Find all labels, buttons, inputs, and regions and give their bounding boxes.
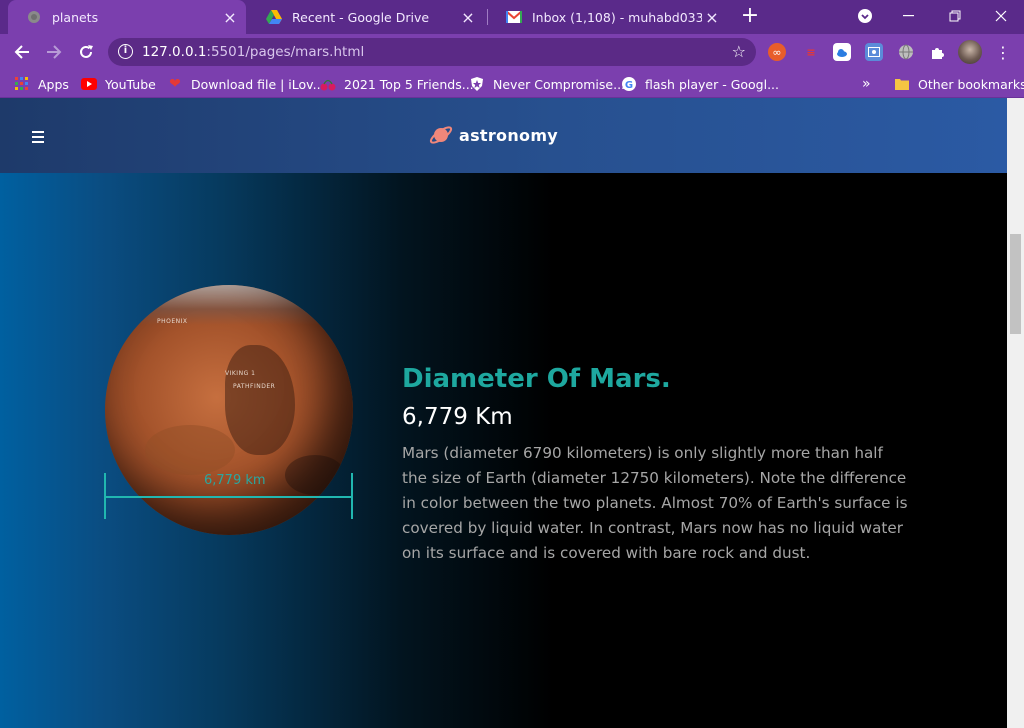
new-tab-button[interactable]: + [738, 5, 762, 29]
hamburger-menu-icon[interactable] [32, 131, 44, 146]
measure-line [105, 496, 353, 498]
forward-button[interactable] [41, 40, 67, 64]
reload-button[interactable] [73, 40, 99, 64]
back-button[interactable] [9, 40, 35, 64]
bookmark-star-icon[interactable]: ☆ [732, 42, 746, 61]
minimize-button[interactable] [886, 0, 932, 32]
bookmark-label: Download file | iLov... [191, 76, 325, 92]
bookmark-label: flash player - Googl... [645, 76, 780, 92]
brand[interactable]: astronomy [428, 122, 558, 148]
map-label-pathfinder: PATHFINDER [233, 383, 276, 390]
bookmark-label: YouTube [105, 76, 156, 92]
bookmark-flash-player[interactable]: G flash player - Googl... [621, 75, 779, 93]
extension-bars-icon[interactable]: ≡ [802, 43, 820, 61]
bookmark-friends[interactable]: 2021 Top 5 Friends... [320, 75, 474, 93]
extension-globe-icon[interactable] [897, 43, 915, 61]
diameter-section: PHOENIX VIKING 1 PATHFINDER 6,779 km Dia… [0, 173, 1007, 728]
scrollbar-thumb[interactable] [1010, 234, 1021, 334]
tab-planets[interactable]: planets × [8, 0, 246, 34]
close-window-button[interactable] [978, 0, 1024, 32]
close-tab-icon[interactable]: × [458, 8, 478, 27]
apps-grid-icon [14, 76, 30, 92]
browser-toolbar: i 127.0.0.1:5501/pages/mars.html ☆ ∞ ≡ ⋮ [0, 34, 1024, 70]
heart-icon: ❤ [169, 76, 181, 92]
extension-screen-icon[interactable] [865, 43, 883, 61]
restore-icon [949, 10, 961, 22]
close-tab-icon[interactable]: × [220, 8, 240, 27]
section-heading: Diameter Of Mars. [402, 364, 671, 394]
other-bookmarks[interactable]: Other bookmarks [894, 75, 1024, 93]
tab-strip: planets × Recent - Google Drive × Inbox … [0, 0, 1024, 34]
planet-logo-icon [429, 126, 453, 144]
globe-icon [26, 9, 42, 25]
shield-star-icon [469, 76, 485, 92]
info-icon[interactable]: i [118, 44, 133, 59]
address-bar[interactable]: i 127.0.0.1:5501/pages/mars.html ☆ [108, 38, 756, 66]
bookmark-label: Other bookmarks [918, 76, 1024, 92]
restore-button[interactable] [932, 0, 978, 32]
diameter-value: 6,779 Km [402, 404, 513, 430]
extension-infinity-icon[interactable]: ∞ [768, 43, 786, 61]
bookmark-label: Apps [38, 76, 69, 92]
page-viewport: astronomy PHOENIX VIKING 1 PATHFINDER 6,… [0, 98, 1007, 728]
page-scrollbar[interactable] [1007, 98, 1024, 728]
extensions-puzzle-icon[interactable] [928, 43, 946, 61]
bookmark-apps[interactable]: Apps [14, 75, 69, 93]
reload-icon [80, 45, 93, 58]
bookmarks-overflow-button[interactable]: » [862, 75, 871, 93]
close-icon [995, 10, 1007, 22]
bookmark-never-compromise[interactable]: Never Compromise... [469, 75, 625, 93]
google-icon: G [621, 76, 637, 92]
google-drive-icon [266, 9, 282, 25]
folder-icon [894, 76, 910, 92]
extension-cloud-icon[interactable] [833, 43, 851, 61]
close-tab-icon[interactable]: × [702, 8, 722, 27]
tab-google-drive[interactable]: Recent - Google Drive × [248, 0, 484, 34]
measure-label: 6,779 km [204, 473, 266, 488]
tab-title: planets [52, 9, 99, 25]
youtube-icon [81, 76, 97, 92]
arrow-right-icon [47, 45, 62, 59]
avatar[interactable] [958, 40, 982, 64]
url-text: 127.0.0.1:5501/pages/mars.html [142, 44, 365, 60]
menu-dots-icon[interactable]: ⋮ [994, 43, 1012, 62]
bookmark-youtube[interactable]: YouTube [81, 75, 156, 93]
brand-name: astronomy [459, 125, 559, 145]
svg-text:G: G [625, 80, 633, 91]
minimize-icon [903, 15, 914, 17]
bookmark-label: Never Compromise... [493, 76, 626, 92]
site-header: astronomy [0, 98, 1007, 173]
tab-gmail[interactable]: Inbox (1,108) - muhabd0336@gm × [488, 0, 728, 34]
bookmark-ilovepdf[interactable]: ❤ Download file | iLov... [167, 75, 325, 93]
cherries-icon [320, 76, 336, 92]
measure-cap-right [351, 473, 353, 519]
map-label-viking: VIKING 1 [225, 370, 256, 377]
description-text: Mars (diameter 6790 kilometers) is only … [402, 444, 908, 562]
tab-title: Recent - Google Drive [292, 9, 430, 25]
tab-title: Inbox (1,108) - muhabd0336@gm [532, 9, 702, 25]
bookmarks-bar: Apps YouTube ❤ Download file | iLov... 2… [0, 70, 1024, 98]
chevron-double-right-icon: » [862, 76, 871, 92]
chevron-down-icon [858, 9, 872, 23]
bookmark-label: 2021 Top 5 Friends... [344, 76, 474, 92]
arrow-left-icon [14, 45, 29, 59]
tab-search-button[interactable] [842, 0, 888, 32]
map-label-phoenix: PHOENIX [157, 318, 188, 325]
gmail-icon [506, 9, 522, 25]
